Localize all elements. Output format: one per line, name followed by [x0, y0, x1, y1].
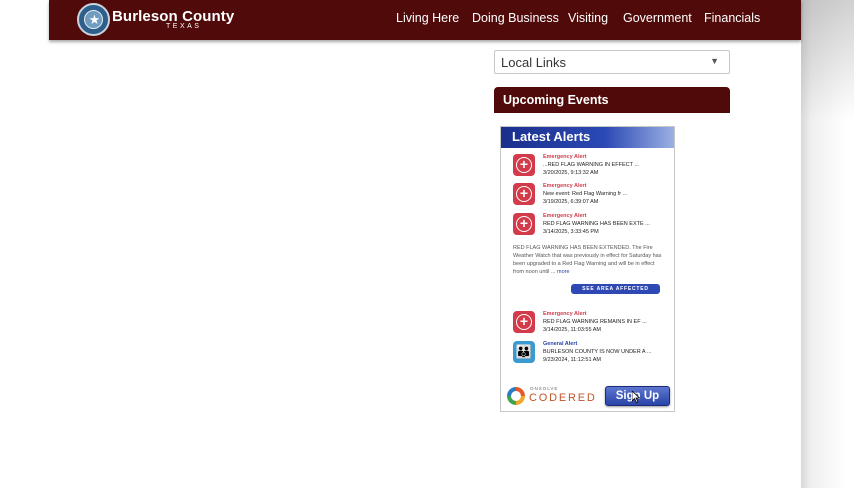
alert-message: RED FLAG WARNING HAS BEEN EXTE ...	[543, 221, 650, 227]
emergency-alert-icon: +	[513, 154, 535, 176]
emergency-alert-icon: +	[513, 183, 535, 205]
nav-visiting[interactable]: Visiting	[568, 11, 608, 25]
onsolve-label: ONSOLVE	[530, 386, 559, 391]
emergency-alert-icon: +	[513, 213, 535, 235]
alert-item[interactable]: + Emergency Alert New event: Red Flag Wa…	[513, 183, 673, 209]
alert-type: Emergency Alert	[543, 183, 587, 189]
alert-time: 3/20/2025, 9:13:32 AM	[543, 170, 599, 176]
site-header: ★ Burleson County TEXAS Living Here Doin…	[49, 0, 801, 40]
alert-description: RED FLAG WARNING HAS BEEN EXTENDED. The …	[513, 244, 665, 276]
local-links-select[interactable]: Local Links ▼	[494, 50, 730, 74]
widget-title: Latest Alerts	[512, 129, 591, 144]
alert-message: BURLESON COUNTY IS NOW UNDER A ...	[543, 349, 652, 355]
nav-living-here[interactable]: Living Here	[396, 11, 459, 25]
upcoming-events-title: Upcoming Events	[503, 93, 609, 107]
alert-item[interactable]: + Emergency Alert RED FLAG WARNING REMAI…	[513, 311, 673, 337]
nav-doing-business[interactable]: Doing Business	[472, 11, 559, 25]
dropdown-arrow-icon: ▼	[710, 56, 719, 66]
alert-description-text: RED FLAG WARNING HAS BEEN EXTENDED. The …	[513, 245, 662, 275]
site-subtitle: TEXAS	[166, 23, 202, 30]
page: ★ Burleson County TEXAS Living Here Doin…	[0, 0, 854, 488]
alert-item[interactable]: 👪 General Alert BURLESON COUNTY IS NOW U…	[513, 341, 673, 367]
nav-financials[interactable]: Financials	[704, 11, 760, 25]
alert-message: New event: Red Flag Warning fr ...	[543, 191, 628, 197]
latest-alerts-widget: Latest Alerts + Emergency Alert ...RED F…	[500, 126, 675, 412]
general-alert-icon: 👪	[513, 341, 535, 363]
alert-time: 3/14/2025, 11:03:55 AM	[543, 327, 601, 333]
alert-item[interactable]: + Emergency Alert ...RED FLAG WARNING IN…	[513, 154, 673, 180]
alert-type: Emergency Alert	[543, 311, 587, 317]
county-seal-logo[interactable]: ★	[77, 3, 110, 36]
codered-logo-icon	[507, 387, 525, 405]
right-shadow-top	[801, 0, 854, 120]
alert-message: ...RED FLAG WARNING IN EFFECT ...	[543, 162, 639, 168]
alert-time: 3/19/2025, 6:39:07 AM	[543, 199, 599, 205]
codered-label: CODERED	[529, 392, 597, 404]
see-area-affected-button[interactable]: SEE AREA AFFECTED	[571, 284, 660, 294]
alert-message: RED FLAG WARNING REMAINS IN EF ...	[543, 319, 647, 325]
widget-header: Latest Alerts	[501, 127, 674, 148]
alert-type: Emergency Alert	[543, 213, 587, 219]
nav-government[interactable]: Government	[623, 11, 692, 25]
emergency-alert-icon: +	[513, 311, 535, 333]
more-link[interactable]: more	[557, 269, 570, 275]
local-links-value: Local Links	[501, 55, 567, 70]
upcoming-events-header: Upcoming Events	[494, 87, 730, 113]
alert-time: 3/14/2025, 3:33:45 PM	[543, 229, 599, 235]
alert-type: General Alert	[543, 341, 578, 347]
alert-time: 9/23/2024, 11:12:51 AM	[543, 357, 601, 363]
star-icon: ★	[88, 12, 101, 27]
mouse-cursor-icon	[632, 391, 640, 403]
alert-type: Emergency Alert	[543, 154, 587, 160]
alert-item[interactable]: + Emergency Alert RED FLAG WARNING HAS B…	[513, 213, 673, 239]
seal-inner: ★	[84, 10, 103, 29]
